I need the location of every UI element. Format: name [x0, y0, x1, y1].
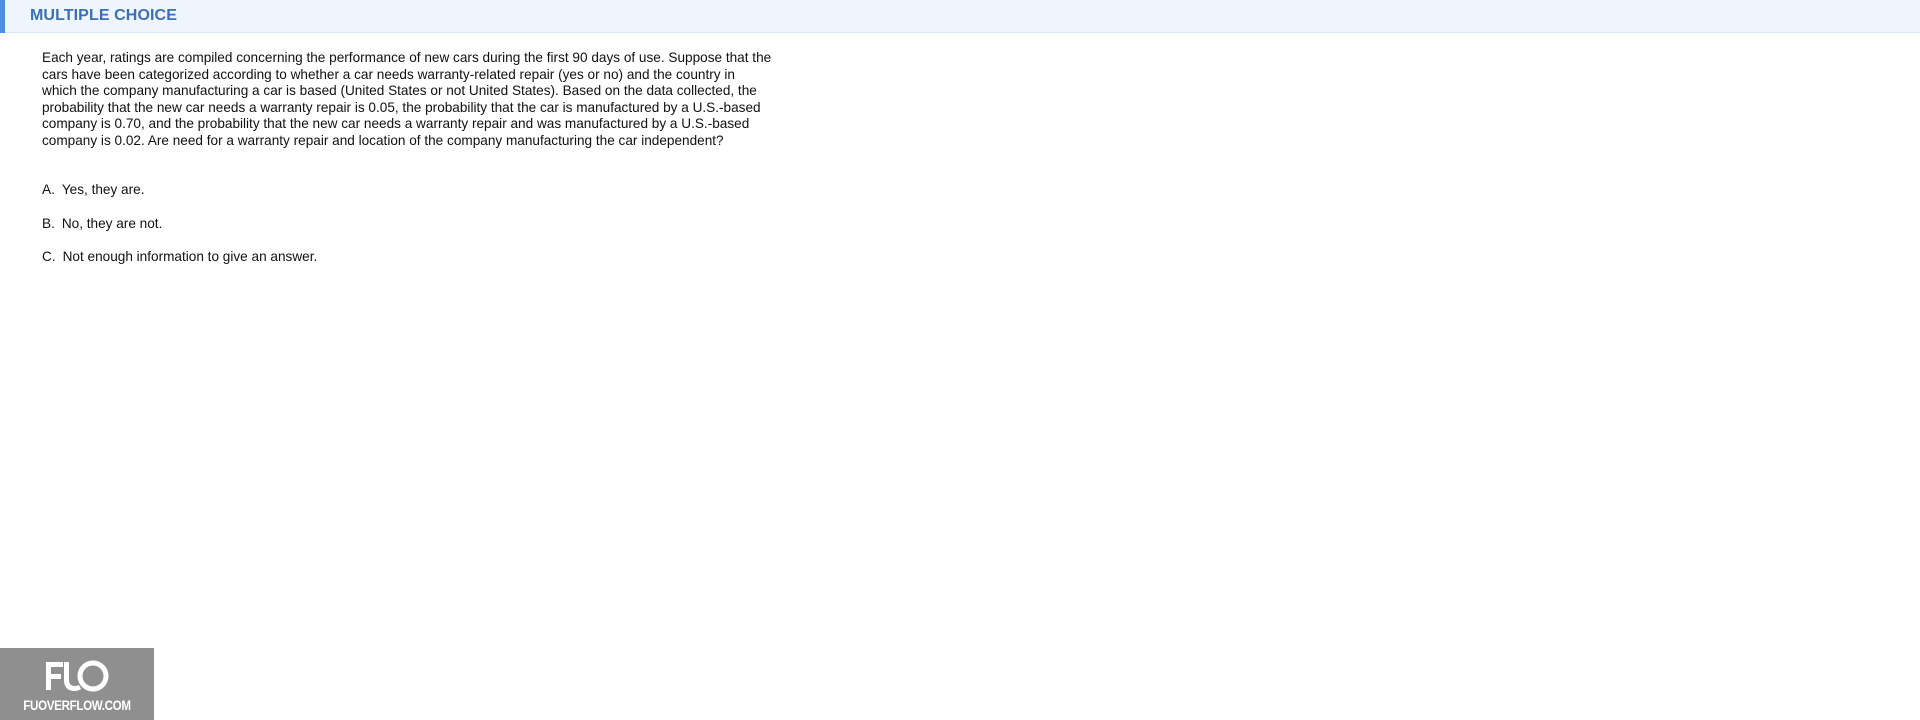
option-text: Yes, they are. — [61, 182, 145, 197]
answer-option-a[interactable]: A. Yes, they are. — [42, 182, 317, 199]
section-header: MULTIPLE CHOICE — [0, 0, 1920, 33]
question-text: Each year, ratings are compiled concerni… — [42, 50, 772, 148]
header-accent-bar — [0, 0, 5, 33]
option-letter: B. — [42, 215, 55, 231]
watermark-site-text: FUOVERFLOW.COM — [23, 698, 131, 713]
answer-option-c[interactable]: C. Not enough information to give an answ… — [42, 249, 317, 266]
option-text: Not enough information to give an answer… — [62, 249, 318, 265]
answer-option-b[interactable]: B. No, they are not. — [42, 216, 317, 233]
option-text: No, they are not. — [61, 215, 163, 231]
option-letter: C. — [42, 249, 56, 265]
watermark: FUOVERFLOW.COM — [0, 648, 154, 720]
page: MULTIPLE CHOICE Each year, ratings are c… — [0, 0, 1920, 720]
answer-options: A. Yes, they are. B. No, they are not. C. N… — [42, 182, 317, 283]
fuo-logo-icon — [46, 660, 109, 692]
section-title: MULTIPLE CHOICE — [30, 7, 177, 24]
option-letter: A. — [42, 182, 55, 197]
